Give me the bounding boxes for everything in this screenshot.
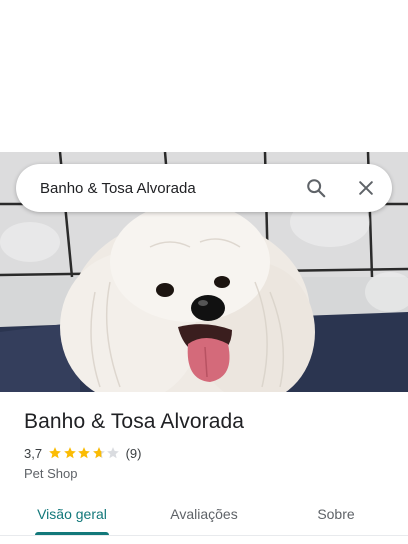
star-full-icon xyxy=(49,447,61,459)
search-bar[interactable] xyxy=(16,164,392,212)
tab-about[interactable]: Sobre xyxy=(300,492,372,536)
search-icon xyxy=(307,179,326,198)
star-full-icon xyxy=(63,447,76,459)
star-half-icon xyxy=(92,447,105,459)
close-icon xyxy=(359,181,373,195)
search-input[interactable] xyxy=(40,176,296,200)
close-button[interactable] xyxy=(346,168,386,208)
tab-reviews[interactable]: Avaliações xyxy=(158,492,250,536)
place-category: Pet Shop xyxy=(24,466,78,481)
tab-overview[interactable]: Visão geral xyxy=(28,492,116,536)
rating-row[interactable]: 3,7 (9) xyxy=(24,445,141,461)
search-button[interactable] xyxy=(296,168,336,208)
star-full-icon xyxy=(78,447,90,459)
place-tabs: Visão geral Avaliações Sobre xyxy=(0,492,408,544)
tabs-divider xyxy=(0,535,408,536)
star-empty-icon xyxy=(107,447,119,459)
rating-stars xyxy=(48,446,121,460)
top-blank-area xyxy=(0,0,408,152)
place-title: Banho & Tosa Alvorada xyxy=(24,410,245,433)
rating-value: 3,7 xyxy=(24,445,43,461)
reviews-count[interactable]: (9) xyxy=(126,446,142,461)
